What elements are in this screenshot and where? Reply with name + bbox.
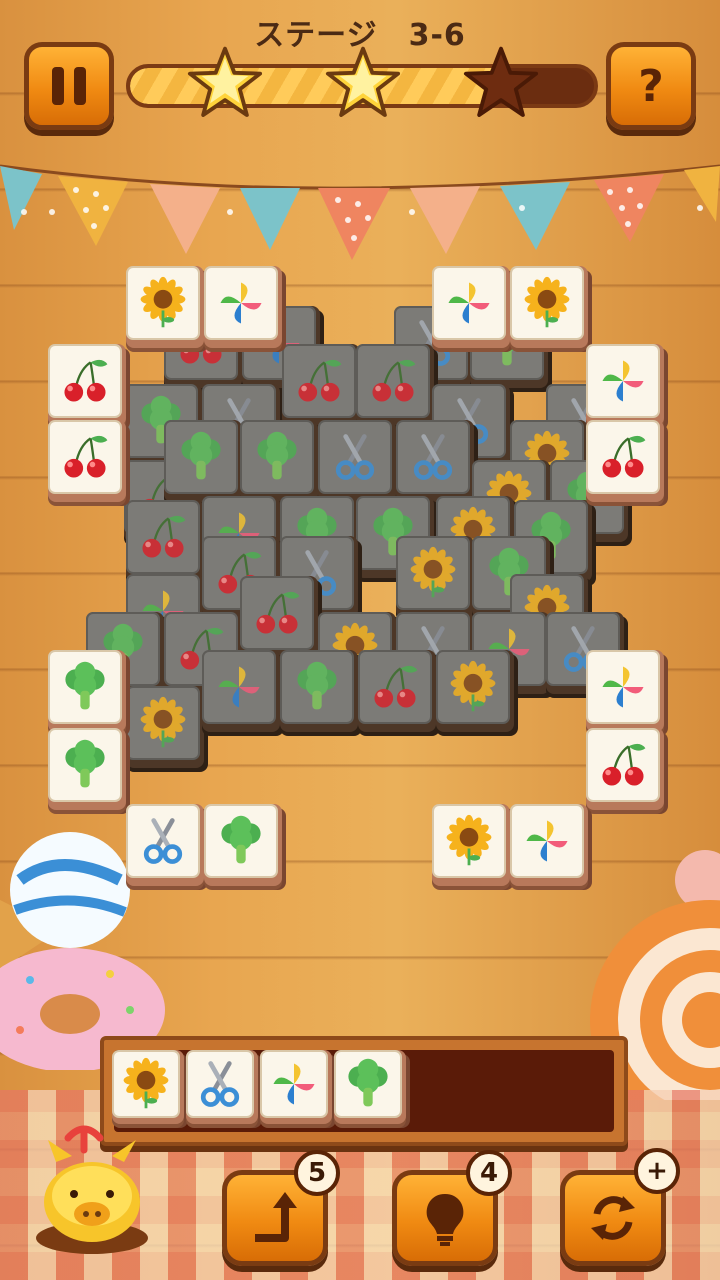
locked-tile	[126, 686, 204, 768]
tray-tile[interactable]	[260, 1050, 332, 1124]
locked-tile	[202, 650, 280, 732]
free-tile[interactable]	[48, 728, 126, 810]
progress-star-2	[324, 44, 402, 122]
free-tile[interactable]	[432, 266, 510, 348]
bunting-decoration	[0, 164, 720, 260]
broccoli-icon	[240, 420, 314, 494]
broccoli-icon	[334, 1050, 402, 1118]
broccoli-icon	[48, 728, 122, 802]
pinwheel-icon	[432, 266, 506, 340]
progress-star-3	[462, 44, 540, 122]
free-tile[interactable]	[48, 650, 126, 732]
pinwheel-icon	[586, 344, 660, 418]
scissors-icon	[126, 804, 200, 878]
cherry-icon	[358, 650, 432, 724]
free-tile[interactable]	[510, 266, 588, 348]
sunflower-icon	[112, 1050, 180, 1118]
locked-tile	[396, 420, 474, 502]
cherry-icon	[240, 576, 314, 650]
pinwheel-icon	[204, 266, 278, 340]
free-tile[interactable]	[432, 804, 510, 886]
tray-tile[interactable]	[334, 1050, 406, 1124]
locked-tile	[240, 576, 318, 658]
sunflower-icon	[436, 650, 510, 724]
pinwheel-icon	[586, 650, 660, 724]
scissors-icon	[396, 420, 470, 494]
locked-tile	[164, 420, 242, 502]
free-tile[interactable]	[204, 804, 282, 886]
sunflower-icon	[510, 266, 584, 340]
pinwheel-icon	[260, 1050, 328, 1118]
broccoli-icon	[280, 650, 354, 724]
locked-tile	[240, 420, 318, 502]
free-tile[interactable]	[510, 804, 588, 886]
cherry-icon	[586, 728, 660, 802]
locked-tile	[396, 536, 474, 618]
broccoli-icon	[164, 420, 238, 494]
shuffle-arrows-icon	[591, 1196, 635, 1240]
lightbulb-icon	[426, 1194, 464, 1246]
sunflower-icon	[126, 686, 200, 760]
free-tile[interactable]	[126, 804, 204, 886]
cherry-icon	[356, 344, 430, 418]
undo-count-badge: 5	[294, 1150, 340, 1196]
help-button[interactable]: ?	[606, 42, 696, 130]
tray-tile[interactable]	[186, 1050, 258, 1124]
free-tile[interactable]	[586, 650, 664, 732]
pinwheel-icon	[510, 804, 584, 878]
free-tile[interactable]	[204, 266, 282, 348]
free-tile[interactable]	[48, 420, 126, 502]
locked-tile	[318, 420, 396, 502]
free-tile[interactable]	[586, 420, 664, 502]
sunflower-icon	[126, 266, 200, 340]
broccoli-icon	[204, 804, 278, 878]
sunflower-icon	[396, 536, 470, 610]
pause-button[interactable]	[24, 42, 114, 130]
pinwheel-icon	[202, 650, 276, 724]
sunflower-icon	[432, 804, 506, 878]
free-tile[interactable]	[48, 344, 126, 426]
progress-star-1	[186, 44, 264, 122]
scissors-icon	[318, 420, 392, 494]
locked-tile	[282, 344, 360, 426]
locked-tile	[126, 500, 204, 582]
shuffle-add-badge[interactable]: +	[634, 1148, 680, 1194]
cherry-icon	[48, 344, 122, 418]
free-tile[interactable]	[586, 728, 664, 810]
pause-icon	[52, 67, 86, 105]
broccoli-icon	[48, 650, 122, 724]
cherry-icon	[282, 344, 356, 418]
scissors-icon	[186, 1050, 254, 1118]
help-label: ?	[638, 60, 664, 112]
piggy-bank-icon[interactable]	[28, 1110, 158, 1260]
cherry-icon	[586, 420, 660, 494]
cherry-icon	[48, 420, 122, 494]
locked-tile	[280, 650, 358, 732]
locked-tile	[358, 650, 436, 732]
locked-tile	[436, 650, 514, 732]
free-tile[interactable]	[126, 266, 204, 348]
cherry-icon	[126, 500, 200, 574]
hint-count-badge: 4	[466, 1150, 512, 1196]
free-tile[interactable]	[586, 344, 664, 426]
undo-arrow-icon	[255, 1192, 297, 1242]
locked-tile	[356, 344, 434, 426]
